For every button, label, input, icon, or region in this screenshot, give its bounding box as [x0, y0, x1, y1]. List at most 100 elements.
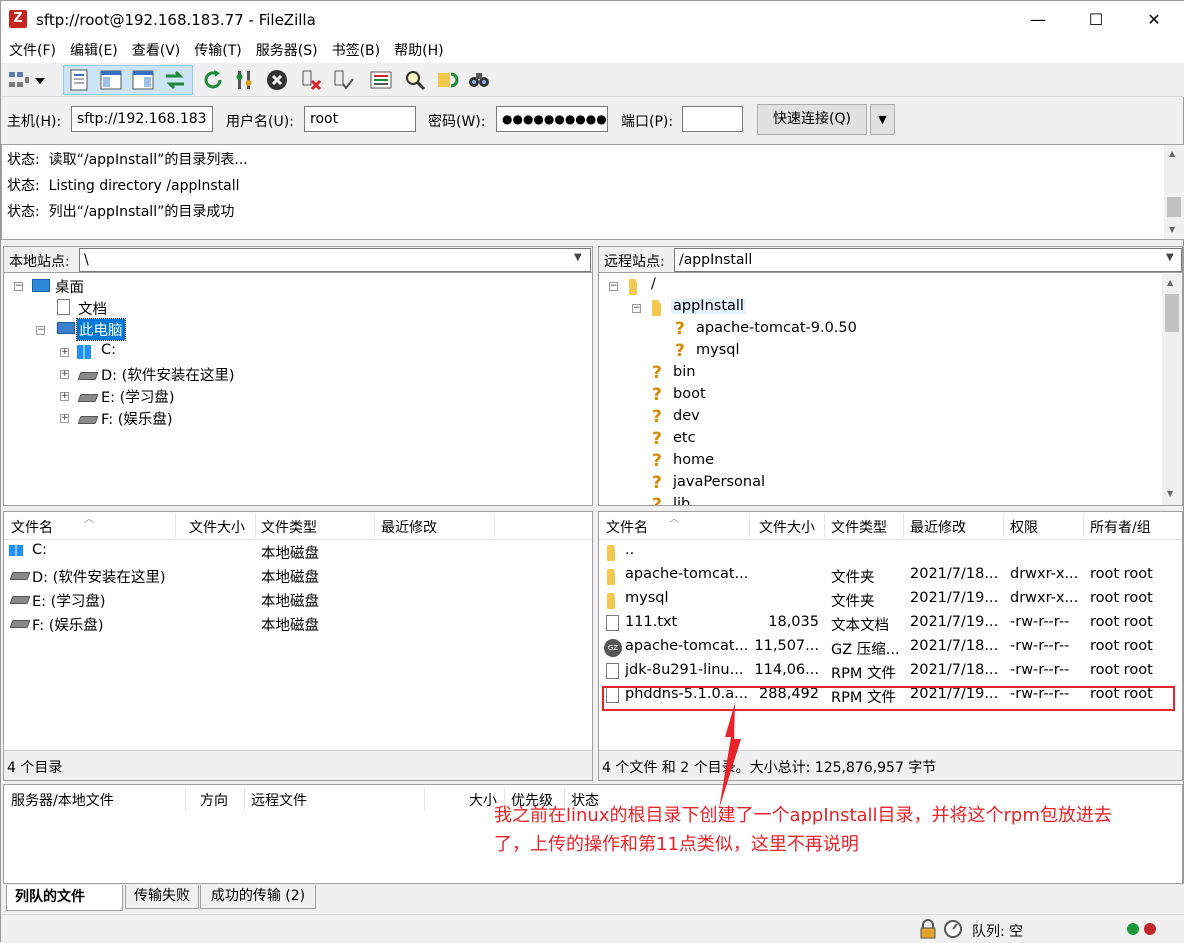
- column-filetype[interactable]: 文件类型: [831, 517, 887, 537]
- tree-node-documents[interactable]: 文档: [78, 298, 107, 319]
- file-modified: 2021/7/18...: [910, 566, 999, 582]
- directory-compare-icon[interactable]: [369, 68, 393, 92]
- tree-node-d-drive[interactable]: D: (软件安装在这里): [101, 364, 234, 385]
- column-filesize[interactable]: 文件大小: [759, 517, 815, 537]
- reconnect-icon[interactable]: [331, 68, 355, 92]
- file-icon: [606, 663, 619, 679]
- collapse-icon[interactable]: −: [14, 282, 23, 291]
- chevron-down-icon[interactable]: ▼: [1166, 252, 1174, 263]
- tree-node-this-pc[interactable]: 此电脑: [76, 318, 126, 341]
- maximize-button[interactable]: ☐: [1067, 1, 1125, 39]
- tree-node-apache-tomcat[interactable]: apache-tomcat-9.0.50: [696, 320, 857, 336]
- host-input[interactable]: sftp://192.168.183: [71, 106, 213, 132]
- dropdown-arrow-icon[interactable]: [33, 68, 47, 92]
- toggle-queue-icon[interactable]: [163, 68, 187, 92]
- tree-node-f-drive[interactable]: F: (娱乐盘): [101, 408, 173, 429]
- local-site-bar: 本地站点: \ ▼: [4, 247, 592, 273]
- tree-node-bin[interactable]: bin: [673, 364, 695, 380]
- expand-icon[interactable]: +: [60, 414, 69, 423]
- collapse-icon[interactable]: −: [632, 304, 641, 313]
- site-manager-icon[interactable]: [7, 68, 31, 92]
- download-indicator-icon: [1144, 923, 1156, 935]
- file-name: jdk-8u291-linu...: [625, 662, 744, 678]
- remote-tree-scrollbar[interactable]: ▲ ▼: [1162, 274, 1182, 505]
- sync-browse-icon[interactable]: [435, 68, 459, 92]
- collapse-icon[interactable]: −: [36, 326, 45, 335]
- column-remote-file[interactable]: 远程文件: [251, 790, 307, 810]
- desktop-icon: [32, 279, 50, 292]
- refresh-icon[interactable]: [201, 68, 225, 92]
- message-log[interactable]: 状态: 读取“/appInstall”的目录列表... 状态: Listing …: [1, 144, 1184, 240]
- file-type: 文本文档: [831, 618, 889, 634]
- column-modified[interactable]: 最近修改: [910, 517, 966, 537]
- tree-node-etc[interactable]: etc: [673, 430, 696, 446]
- tree-clip: ? lib: [599, 495, 1162, 505]
- collapse-icon[interactable]: −: [609, 282, 618, 291]
- windows-drive-icon: [77, 345, 91, 359]
- expand-icon[interactable]: +: [60, 392, 69, 401]
- menu-file[interactable]: 文件(F): [9, 39, 56, 63]
- tree-node-root[interactable]: /: [651, 276, 656, 292]
- column-server-local[interactable]: 服务器/本地文件: [11, 790, 114, 810]
- column-permissions[interactable]: 权限: [1010, 517, 1038, 537]
- menu-edit[interactable]: 编辑(E): [70, 39, 118, 63]
- toggle-remote-tree-icon[interactable]: [131, 68, 155, 92]
- disconnect-icon[interactable]: [299, 68, 323, 92]
- drive-icon: [77, 372, 99, 380]
- search-icon[interactable]: [467, 68, 491, 92]
- folder-icon: [607, 545, 615, 561]
- tree-node-dev[interactable]: dev: [673, 408, 700, 424]
- tab-successful-transfers[interactable]: 成功的传输 (2): [200, 885, 316, 909]
- toggle-local-tree-icon[interactable]: [99, 68, 123, 92]
- tree-node-appinstall[interactable]: appInstall: [671, 298, 746, 314]
- tree-node-c-drive[interactable]: C:: [101, 342, 116, 358]
- password-input[interactable]: ●●●●●●●●●●: [496, 106, 608, 132]
- windows-drive-icon: [9, 545, 23, 556]
- column-direction[interactable]: 方向: [200, 790, 228, 810]
- local-path-input[interactable]: \: [79, 248, 591, 272]
- column-filesize[interactable]: 文件大小: [189, 517, 245, 537]
- port-input[interactable]: [682, 106, 743, 132]
- file-modified: 2021/7/19...: [910, 590, 999, 606]
- tab-failed-transfers[interactable]: 传输失败: [125, 885, 199, 909]
- tree-node-lib[interactable]: lib: [673, 496, 690, 505]
- menu-bookmarks[interactable]: 书签(B): [332, 39, 381, 63]
- cancel-icon[interactable]: [265, 68, 289, 92]
- quickconnect-button[interactable]: 快速连接(Q): [757, 104, 867, 135]
- upload-indicator-icon: [1127, 923, 1139, 935]
- column-filename[interactable]: 文件名: [606, 517, 648, 537]
- username-input[interactable]: root: [304, 106, 416, 132]
- tree-node-mysql[interactable]: mysql: [696, 342, 740, 358]
- tree-node-javapersonal[interactable]: javaPersonal: [673, 474, 765, 490]
- process-queue-icon[interactable]: [233, 68, 257, 92]
- expand-icon[interactable]: +: [60, 370, 69, 379]
- local-site-label: 本地站点:: [9, 254, 70, 270]
- column-size[interactable]: 大小: [469, 790, 497, 810]
- remote-tree-pane: 远程站点: /appInstall ▼ − / − appInstall ? a…: [598, 246, 1183, 506]
- quickconnect-dropdown-button[interactable]: ▼: [870, 104, 895, 135]
- close-button[interactable]: ✕: [1125, 1, 1183, 39]
- filter-icon[interactable]: [403, 68, 427, 92]
- log-scrollbar[interactable]: ▲ ▼: [1164, 145, 1184, 239]
- column-modified[interactable]: 最近修改: [381, 517, 437, 537]
- tree-node-home[interactable]: home: [673, 452, 714, 468]
- chevron-down-icon[interactable]: ▼: [574, 252, 582, 263]
- menu-transfer[interactable]: 传输(T): [194, 39, 241, 63]
- file-modified: 2021/7/18...: [910, 638, 999, 654]
- expand-icon[interactable]: +: [60, 348, 69, 357]
- menu-view[interactable]: 查看(V): [132, 39, 181, 63]
- tree-node-boot[interactable]: boot: [673, 386, 706, 402]
- tree-node-e-drive[interactable]: E: (学习盘): [101, 386, 174, 407]
- tree-node-desktop[interactable]: 桌面: [55, 276, 84, 297]
- menu-server[interactable]: 服务器(S): [256, 39, 318, 63]
- minimize-button[interactable]: —: [1009, 1, 1067, 39]
- column-filetype[interactable]: 文件类型: [261, 517, 317, 537]
- column-owner[interactable]: 所有者/组: [1090, 517, 1151, 537]
- tab-queued-files[interactable]: 列队的文件: [6, 885, 123, 911]
- menu-help[interactable]: 帮助(H): [394, 39, 443, 63]
- file-name: mysql: [625, 590, 669, 606]
- column-filename[interactable]: 文件名: [11, 517, 53, 537]
- toggle-log-icon[interactable]: [67, 68, 91, 92]
- remote-path-input[interactable]: /appInstall: [674, 248, 1182, 272]
- remote-file-list: 文件名 ︿ 文件大小 文件类型 最近修改 权限 所有者/组 .. apache-…: [598, 511, 1183, 781]
